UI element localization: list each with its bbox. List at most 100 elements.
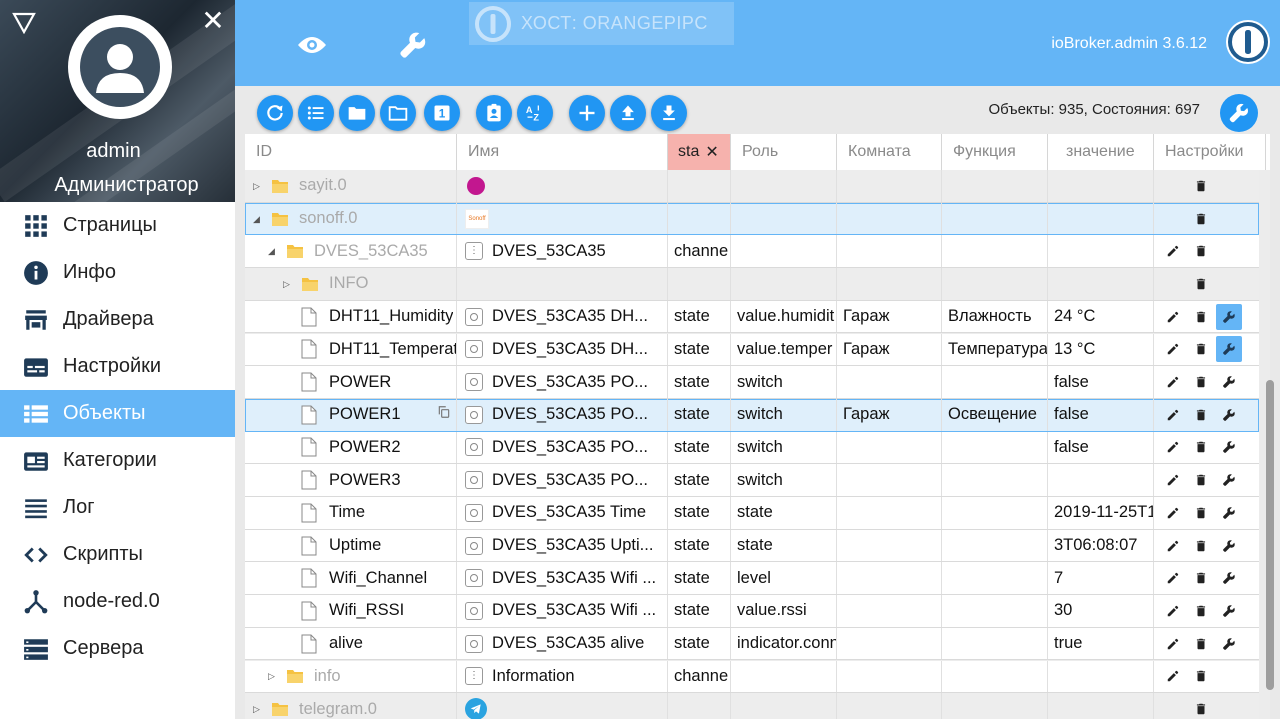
table-row[interactable]: ▷ sayit.0 xyxy=(245,170,1259,203)
custom-settings-icon[interactable] xyxy=(1216,533,1242,559)
delete-icon[interactable] xyxy=(1188,434,1214,460)
name-cell[interactable]: DVES_53CA35 alive xyxy=(457,627,668,660)
edit-icon[interactable] xyxy=(1160,533,1186,559)
sidebar-item-settings[interactable]: Настройки xyxy=(0,343,235,390)
value-cell[interactable] xyxy=(1048,464,1154,496)
sidebar-item-adapters[interactable]: Драйвера xyxy=(0,296,235,343)
delete-icon[interactable] xyxy=(1188,533,1214,559)
edit-icon[interactable] xyxy=(1160,304,1186,330)
table-row[interactable]: ▷ telegram.0 xyxy=(245,693,1259,719)
download-button[interactable] xyxy=(651,95,687,131)
table-row[interactable]: Time DVES_53CA35 Time state state 2019-11-25… xyxy=(245,497,1259,530)
column-header-function[interactable]: Функция xyxy=(942,134,1048,170)
id-cell[interactable]: Time xyxy=(245,497,457,529)
delete-icon[interactable] xyxy=(1188,467,1214,493)
value-cell[interactable]: 24 °C xyxy=(1048,300,1154,333)
id-cell[interactable]: Uptime xyxy=(245,529,457,562)
custom-settings-icon[interactable] xyxy=(1216,369,1242,395)
value-cell[interactable] xyxy=(1048,202,1154,235)
sidebar-item-node-red[interactable]: node-red.0 xyxy=(0,578,235,625)
sidebar-item-scripts[interactable]: Скрипты xyxy=(0,531,235,578)
custom-settings-icon[interactable] xyxy=(1216,500,1242,526)
expand-folders-button[interactable] xyxy=(380,95,416,131)
host-selector[interactable]: ХОСТ: ORANGEPIPC xyxy=(469,2,734,45)
table-row[interactable]: Uptime DVES_53CA35 Upti... state state 3T06:… xyxy=(245,529,1259,563)
delete-icon[interactable] xyxy=(1188,271,1214,297)
value-cell[interactable]: 13 °C xyxy=(1048,333,1154,366)
sidebar-item-pages[interactable]: Страницы xyxy=(0,202,235,249)
table-row[interactable]: POWER3 DVES_53CA35 PO... state switch xyxy=(245,464,1259,497)
expand-arrow-icon[interactable]: ▷ xyxy=(283,279,293,289)
custom-settings-icon[interactable] xyxy=(1216,402,1242,428)
custom-settings-icon[interactable] xyxy=(1216,565,1242,591)
edit-icon[interactable] xyxy=(1160,598,1186,624)
table-row[interactable]: alive DVES_53CA35 alive state indicator.con… xyxy=(245,627,1259,661)
delete-icon[interactable] xyxy=(1188,402,1214,428)
value-cell[interactable] xyxy=(1048,268,1154,300)
eye-icon[interactable] xyxy=(292,25,332,65)
sidebar-item-objects[interactable]: Объекты xyxy=(0,390,235,437)
column-header-room[interactable]: Комната xyxy=(837,134,942,170)
edit-icon[interactable] xyxy=(1160,467,1186,493)
custom-settings-icon[interactable] xyxy=(1216,631,1242,657)
edit-icon[interactable] xyxy=(1160,631,1186,657)
edit-icon[interactable] xyxy=(1160,336,1186,362)
list-view-button[interactable] xyxy=(298,95,334,131)
id-cell[interactable]: DHT11_Humidity xyxy=(245,300,457,333)
column-header-role[interactable]: Роль xyxy=(731,134,837,170)
table-row[interactable]: ▷ info ⋮ Information channe xyxy=(245,660,1259,694)
table-row[interactable]: ◢ DVES_53CA35 ⋮ DVES_53CA35 channe xyxy=(245,235,1259,269)
id-cell[interactable]: Wifi_RSSI xyxy=(245,595,457,627)
edit-icon[interactable] xyxy=(1160,369,1186,395)
menu-toggle-icon[interactable] xyxy=(12,12,36,34)
id-cell[interactable]: POWER xyxy=(245,366,457,398)
id-cell[interactable]: alive xyxy=(245,627,457,660)
edit-icon[interactable] xyxy=(1160,663,1186,689)
custom-settings-icon[interactable] xyxy=(1216,303,1242,330)
name-cell[interactable]: DVES_53CA35 Wifi ... xyxy=(457,595,668,627)
delete-icon[interactable] xyxy=(1188,369,1214,395)
id-cell[interactable]: ▷ info xyxy=(245,660,457,693)
name-cell[interactable]: DVES_53CA35 PO... xyxy=(457,366,668,398)
value-cell[interactable]: false xyxy=(1048,366,1154,398)
id-cell[interactable]: POWER1 xyxy=(245,398,457,431)
column-header-type-filter[interactable]: sta ✕ xyxy=(668,134,731,170)
name-cell[interactable] xyxy=(457,170,668,202)
id-cell[interactable]: ◢ sonoff.0 xyxy=(245,202,457,235)
delete-icon[interactable] xyxy=(1188,696,1214,719)
delete-icon[interactable] xyxy=(1188,238,1214,264)
clear-filter-icon[interactable]: ✕ xyxy=(705,142,718,162)
name-cell[interactable]: DVES_53CA35 DH... xyxy=(457,300,668,333)
toggle-columns-button[interactable] xyxy=(476,95,512,131)
value-cell[interactable]: 3T06:08:07 xyxy=(1048,529,1154,562)
name-cell[interactable] xyxy=(457,693,668,719)
add-object-button[interactable] xyxy=(569,95,605,131)
name-cell[interactable]: ⋮ DVES_53CA35 xyxy=(457,235,668,268)
value-cell[interactable]: 7 xyxy=(1048,562,1154,595)
name-cell[interactable]: DVES_53CA35 PO... xyxy=(457,464,668,496)
name-cell[interactable]: DVES_53CA35 Upti... xyxy=(457,529,668,562)
close-icon[interactable]: ✕ xyxy=(201,7,225,35)
edit-icon[interactable] xyxy=(1160,565,1186,591)
upload-button[interactable] xyxy=(610,95,646,131)
name-cell[interactable]: DVES_53CA35 DH... xyxy=(457,333,668,366)
value-cell[interactable]: false xyxy=(1048,398,1154,431)
collapse-arrow-icon[interactable]: ◢ xyxy=(268,246,278,256)
custom-settings-icon[interactable] xyxy=(1216,467,1242,493)
name-cell[interactable]: DVES_53CA35 PO... xyxy=(457,431,668,464)
expand-arrow-icon[interactable]: ▷ xyxy=(253,704,263,714)
delete-icon[interactable] xyxy=(1188,336,1214,362)
table-row[interactable]: POWER DVES_53CA35 PO... state switch false xyxy=(245,366,1259,399)
sidebar-item-info[interactable]: Инфо xyxy=(0,249,235,296)
value-cell[interactable]: true xyxy=(1048,627,1154,660)
name-cell[interactable]: DVES_53CA35 Time xyxy=(457,497,668,529)
sidebar-item-categories[interactable]: Категории xyxy=(0,437,235,484)
name-cell[interactable]: DVES_53CA35 Wifi ... xyxy=(457,562,668,595)
wrench-icon[interactable] xyxy=(393,25,433,65)
table-row[interactable]: Wifi_RSSI DVES_53CA35 Wifi ... state value.… xyxy=(245,595,1259,628)
name-cell[interactable]: DVES_53CA35 PO... xyxy=(457,398,668,431)
edit-icon[interactable] xyxy=(1160,238,1186,264)
column-header-id[interactable]: ID xyxy=(245,134,457,170)
copy-id-icon[interactable] xyxy=(401,405,451,424)
expand-level-button[interactable]: 1 xyxy=(424,95,460,131)
